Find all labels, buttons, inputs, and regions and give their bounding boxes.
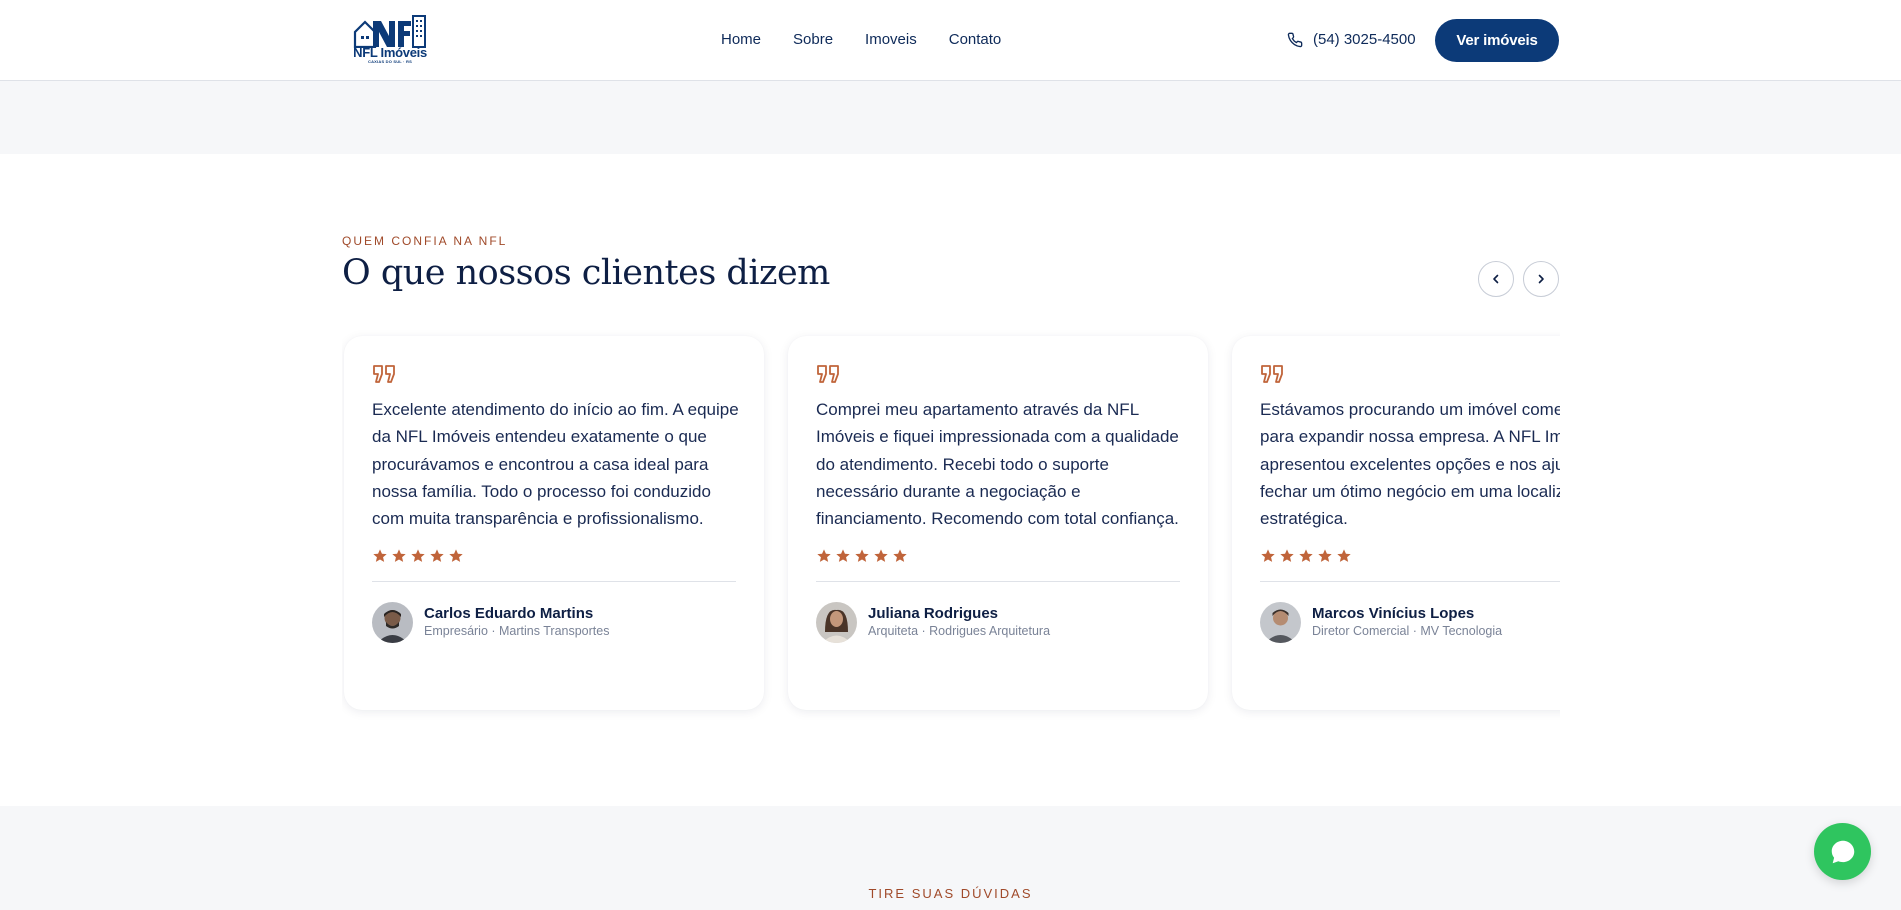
card-divider	[816, 581, 1180, 583]
star-icon	[373, 549, 387, 563]
testimonial-text: Comprei meu apartamento através da NFL I…	[816, 400, 1179, 529]
author-role: Arquiteta · Rodrigues Arquitetura	[868, 624, 1051, 639]
nav-imoveis[interactable]: Imoveis	[865, 31, 917, 49]
testimonial-author: Carlos Eduardo Martins Empresário · Mart…	[372, 602, 736, 644]
carousel-prev-button[interactable]	[1478, 261, 1514, 297]
view-properties-button[interactable]: Ver imóveis	[1435, 19, 1559, 62]
chevron-left-icon	[1493, 274, 1499, 284]
nav-sobre[interactable]: Sobre	[793, 31, 833, 49]
star-icon	[1299, 549, 1313, 563]
logo-building-icon	[353, 15, 426, 48]
rating-stars	[1260, 548, 1560, 564]
star-icon	[430, 549, 444, 563]
logo-tagline: CAXIAS DO SUL · RS	[368, 59, 412, 64]
star-icon	[1280, 549, 1294, 563]
logo-name: NFL Imóveis	[353, 45, 427, 60]
phone-icon	[1287, 32, 1303, 48]
star-icon	[817, 549, 831, 563]
testimonial-author: Juliana Rodrigues Arquiteta · Rodrigues …	[816, 602, 1180, 644]
author-name: Carlos Eduardo Martins	[424, 605, 594, 623]
star-icon	[392, 549, 406, 563]
section-title: O que nossos clientes dizem	[342, 253, 830, 293]
author-name: Marcos Vinícius Lopes	[1312, 605, 1475, 623]
author-name: Juliana Rodrigues	[868, 605, 999, 623]
card-divider	[1260, 581, 1560, 583]
rating-stars	[816, 548, 1180, 564]
star-icon	[836, 549, 850, 563]
avatar	[372, 602, 413, 644]
testimonial-text: Estávamos procurando um imóvel comercial…	[1260, 400, 1560, 529]
quote-icon	[1261, 365, 1283, 383]
nav-contato[interactable]: Contato	[949, 31, 1002, 49]
testimonial-card: Excelente atendimento do início ao fim. …	[344, 336, 764, 710]
star-icon	[449, 549, 463, 563]
site-header: NFL Imóveis CAXIAS DO SUL · RS Home Sobr…	[0, 0, 1901, 81]
star-icon	[874, 549, 888, 563]
star-icon	[855, 549, 869, 563]
faq-eyebrow: TIRE SUAS DÚVIDAS	[868, 886, 1033, 901]
star-icon	[1318, 549, 1332, 563]
section-band-top	[0, 81, 1901, 154]
card-divider	[372, 581, 736, 583]
section-eyebrow: QUEM CONFIA NA NFL	[342, 234, 508, 248]
testimonial-text: Excelente atendimento do início ao fim. …	[372, 400, 739, 529]
testimonial-card: Comprei meu apartamento através da NFL I…	[788, 336, 1208, 710]
avatar	[816, 602, 857, 644]
main-nav: Home Sobre Imoveis Contato	[721, 31, 1001, 49]
star-icon	[411, 549, 425, 563]
phone-number: (54) 3025-4500	[1313, 31, 1416, 48]
quote-icon	[373, 365, 395, 383]
star-icon	[1261, 549, 1275, 563]
nav-home[interactable]: Home	[721, 31, 761, 49]
rating-stars	[372, 548, 736, 564]
chevron-right-icon	[1538, 274, 1544, 284]
star-icon	[1337, 549, 1351, 563]
chat-bubble-icon	[1831, 840, 1854, 863]
whatsapp-chat-button[interactable]	[1814, 823, 1871, 880]
phone-link[interactable]: (54) 3025-4500	[1287, 30, 1416, 50]
testimonial-author: Marcos Vinícius Lopes Diretor Comercial …	[1260, 602, 1560, 644]
testimonial-carousel: Excelente atendimento do início ao fim. …	[342, 330, 1560, 720]
author-role: Empresário · Martins Transportes	[424, 624, 610, 639]
star-icon	[893, 549, 907, 563]
avatar	[1260, 602, 1301, 644]
quote-icon	[817, 365, 839, 383]
testimonial-card: Estávamos procurando um imóvel comercial…	[1232, 336, 1560, 710]
author-role: Diretor Comercial · MV Tecnologia	[1312, 624, 1503, 639]
logo[interactable]: NFL Imóveis CAXIAS DO SUL · RS	[350, 14, 430, 66]
carousel-next-button[interactable]	[1523, 261, 1559, 297]
